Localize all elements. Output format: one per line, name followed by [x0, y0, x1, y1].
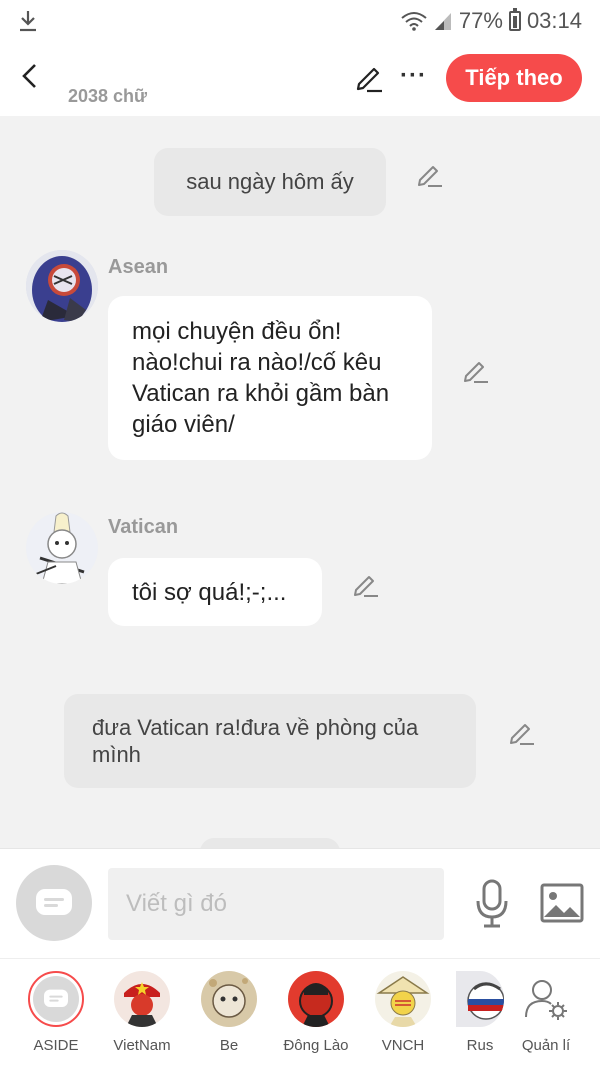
- microphone-icon[interactable]: [472, 879, 512, 929]
- edit-message-icon[interactable]: [352, 570, 380, 598]
- back-button[interactable]: [14, 56, 44, 96]
- character-bar: ASIDE VietNam Be Đông Lào VNCH Rus Quản …: [0, 958, 600, 1067]
- manage-icon-wrap: [518, 971, 574, 1027]
- vietnam-avatar: [114, 971, 170, 1027]
- aside-avatar: [28, 971, 84, 1027]
- signal-icon: [434, 13, 451, 30]
- narration-text: đưa Vatican ra!đưa về phòng của mình: [92, 715, 419, 767]
- narration-text: sau ngày hôm ấy: [186, 169, 354, 194]
- image-icon[interactable]: [540, 883, 584, 923]
- character-aside[interactable]: ASIDE: [21, 971, 91, 1054]
- character-dong-lao[interactable]: Đông Lào: [281, 971, 351, 1054]
- download-icon: [20, 11, 36, 32]
- character-vnch[interactable]: VNCH: [368, 971, 438, 1054]
- manage-characters-button[interactable]: Quản lí: [511, 971, 581, 1054]
- vnch-avatar: [375, 971, 431, 1027]
- character-rus[interactable]: Rus: [445, 971, 515, 1054]
- dialogue-bubble-vatican[interactable]: tôi sợ quá!;-;...: [108, 558, 322, 626]
- chat-bubble-icon: [36, 889, 72, 915]
- app-header: 2038 chữ ··· Tiếp theo: [0, 42, 600, 116]
- aside-toggle-button[interactable]: [16, 865, 92, 941]
- status-right: 77% 03:14: [401, 6, 582, 36]
- edit-message-icon[interactable]: [416, 160, 444, 188]
- speaker-name-asean: Asean: [108, 256, 169, 278]
- character-label: ASIDE: [33, 1037, 79, 1054]
- narration-bubble[interactable]: đưa Vatican ra!đưa về phòng của mình: [64, 694, 476, 788]
- status-bar: 77% 03:14: [0, 0, 600, 42]
- edit-message-icon[interactable]: [462, 356, 490, 384]
- character-label: Rus: [466, 1037, 494, 1054]
- be-avatar: [201, 971, 257, 1027]
- next-button[interactable]: Tiếp theo: [446, 54, 582, 102]
- character-label: Đông Lào: [283, 1037, 349, 1054]
- dong-lao-avatar: [288, 971, 344, 1027]
- character-label: Be: [219, 1037, 239, 1054]
- edit-message-icon[interactable]: [508, 718, 536, 746]
- dialogue-bubble-asean[interactable]: mọi chuyện đều ổn! nào!chui ra nào!/cố k…: [108, 296, 432, 460]
- character-vietnam[interactable]: VietNam: [107, 971, 177, 1054]
- avatar-vatican[interactable]: [26, 512, 98, 584]
- chevron-left-icon: [22, 64, 36, 88]
- compose-bar: [0, 848, 600, 958]
- battery-icon: [508, 8, 521, 31]
- story-content[interactable]: sau ngày hôm ấy Asean mọi chuyện đều ổn!…: [0, 116, 600, 848]
- asean-avatar-art: [26, 250, 98, 322]
- user-gear-icon: [525, 980, 567, 1020]
- clock: 03:14: [526, 8, 582, 33]
- character-label: VietNam: [113, 1037, 171, 1054]
- message-input[interactable]: [108, 868, 444, 940]
- avatar-asean[interactable]: [26, 250, 98, 322]
- character-label: VNCH: [381, 1037, 425, 1054]
- wifi-icon: [401, 12, 427, 31]
- word-count: 2038 chữ: [68, 86, 148, 106]
- speaker-name-vatican: Vatican: [108, 516, 179, 538]
- edit-title-button[interactable]: [353, 62, 385, 94]
- battery-percent: 77%: [458, 8, 503, 33]
- dialogue-text: tôi sợ quá!;-;...: [132, 578, 287, 606]
- chat-bubble-icon: [44, 989, 68, 1007]
- character-label: Quản lí: [521, 1037, 571, 1054]
- rus-avatar: [456, 971, 504, 1027]
- narration-bubble-partial[interactable]: [200, 838, 340, 848]
- vatican-avatar-art: [26, 512, 98, 584]
- character-be[interactable]: Be: [194, 971, 264, 1054]
- more-options-button[interactable]: ···: [400, 62, 427, 90]
- narration-bubble[interactable]: sau ngày hôm ấy: [154, 148, 386, 216]
- dialogue-text: mọi chuyện đều ổn! nào!chui ra nào!/cố k…: [132, 318, 390, 438]
